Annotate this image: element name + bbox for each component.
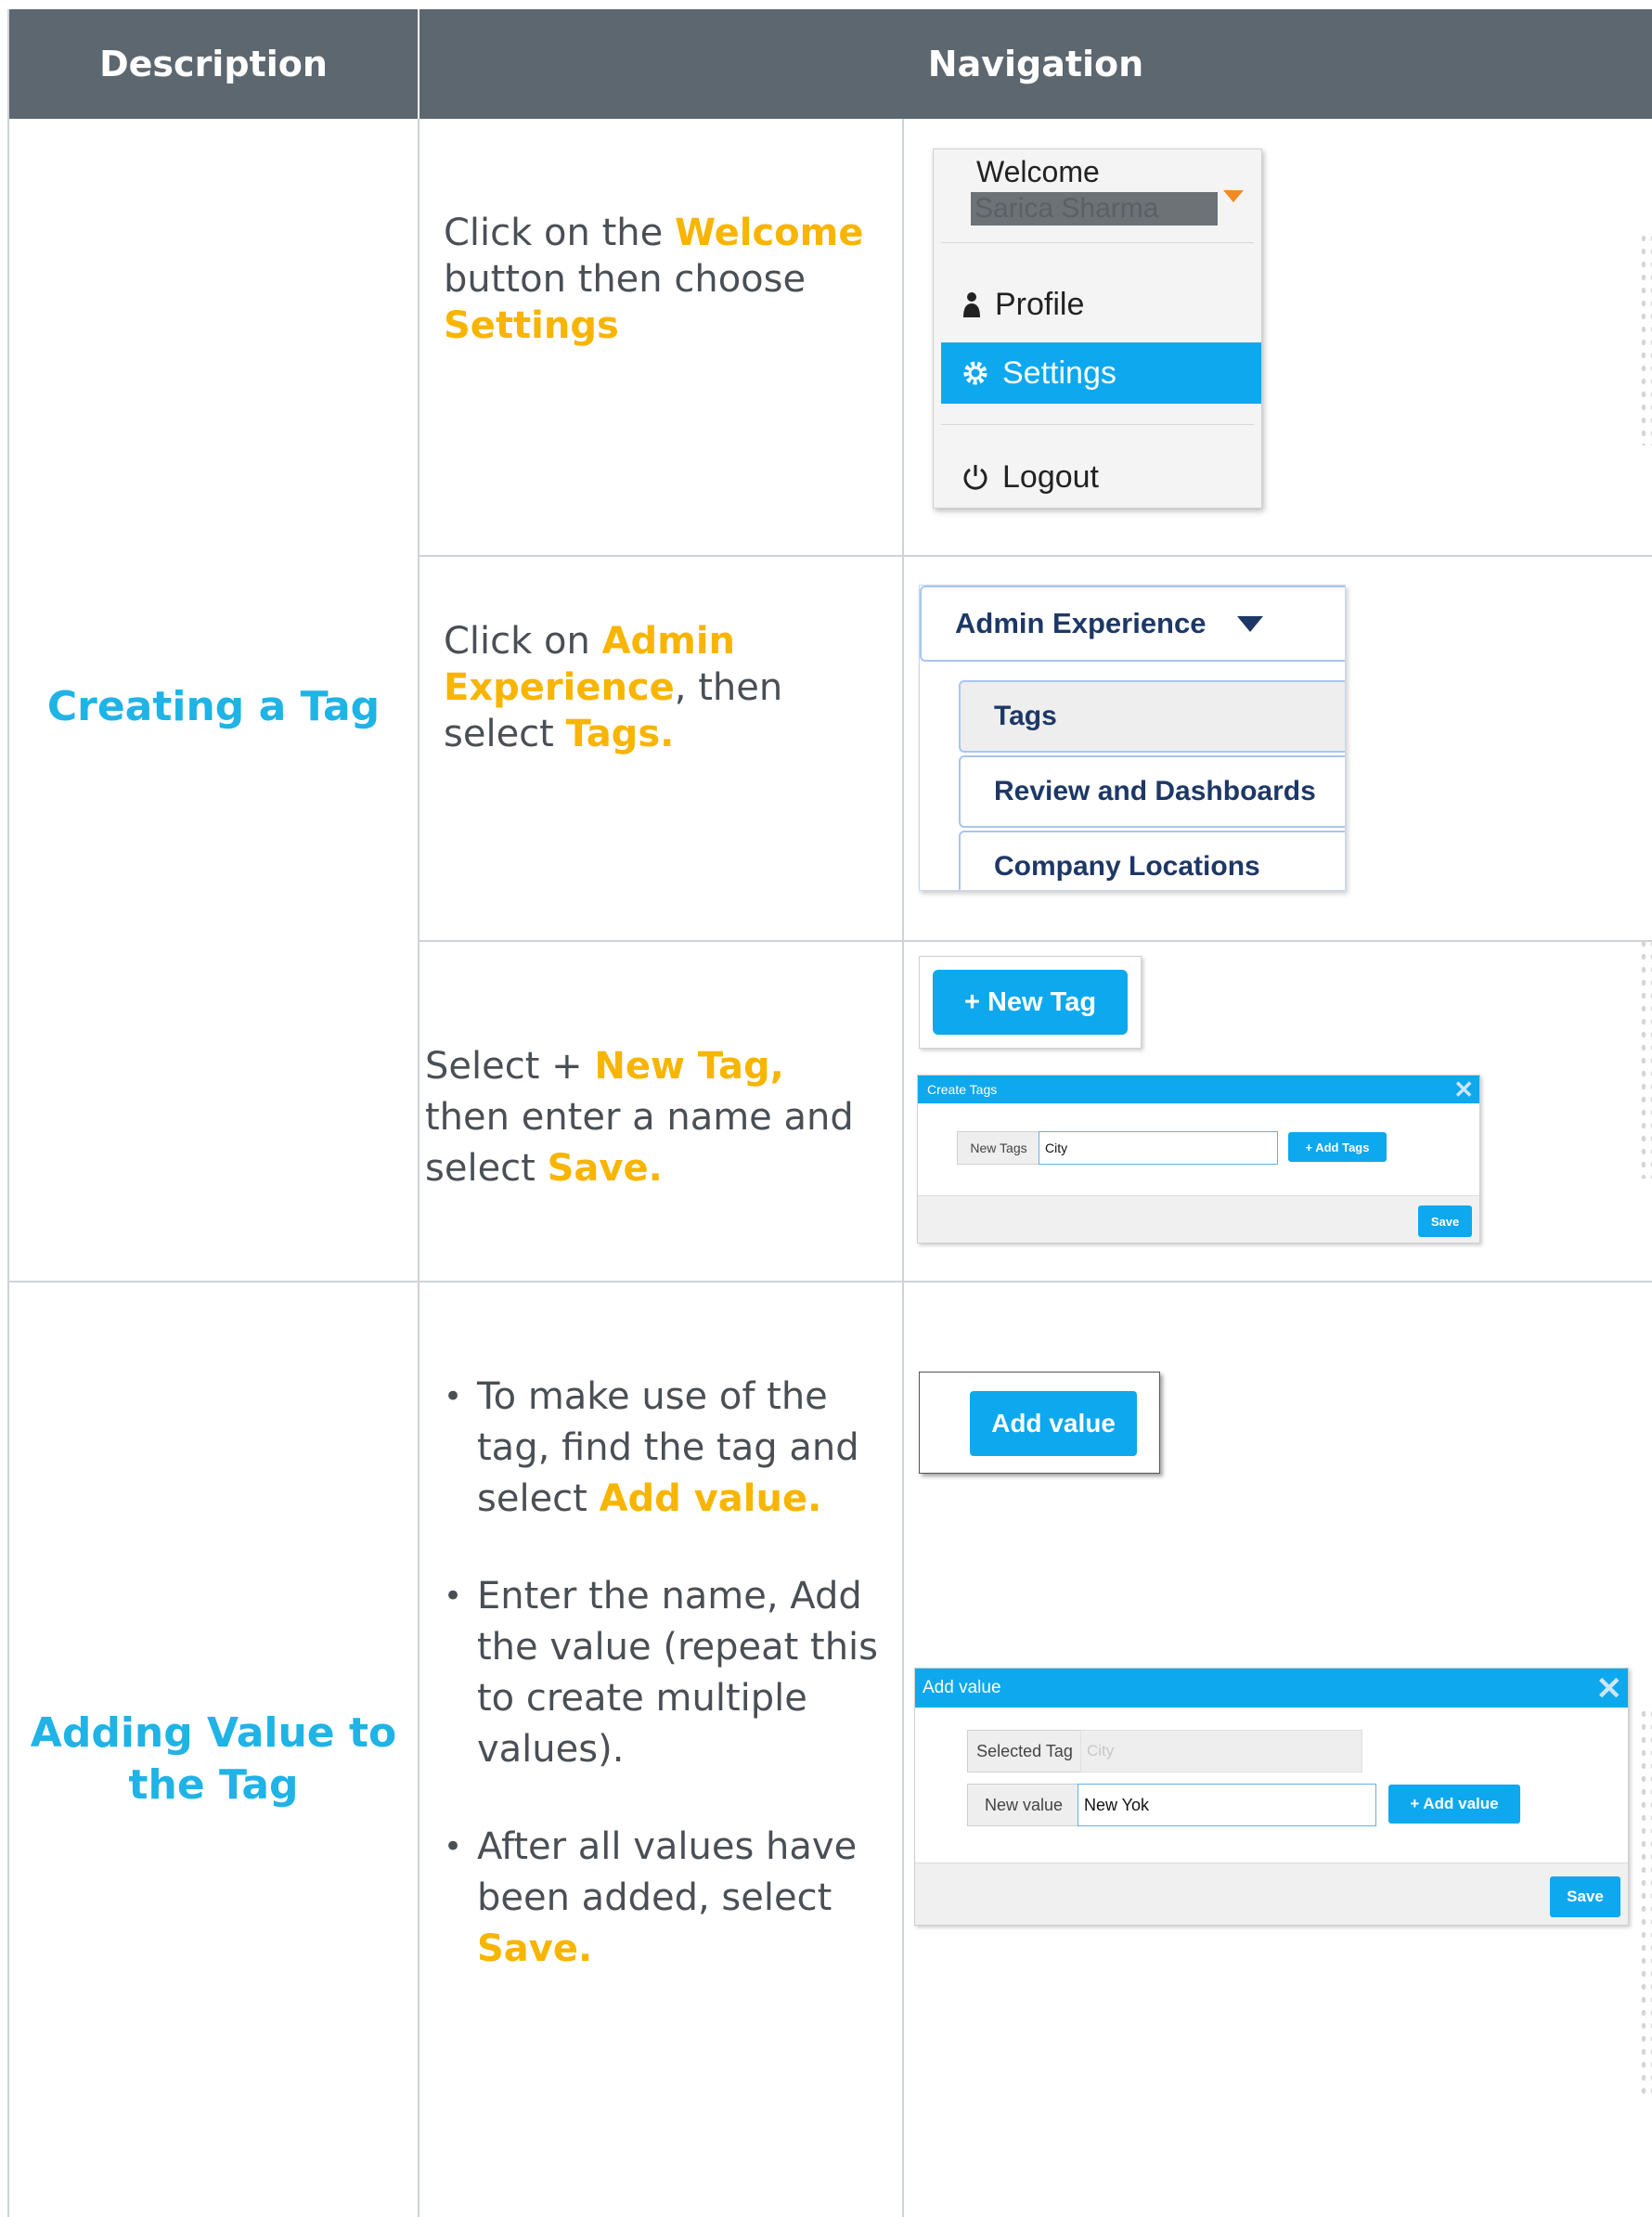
bullet-list: • To make use of the tag, find the tag a…: [444, 1372, 880, 2021]
person-icon: [963, 292, 980, 317]
new-tag-button[interactable]: + New Tag: [933, 970, 1128, 1035]
add-value-button[interactable]: Add value: [970, 1391, 1137, 1456]
admin-experience-dropdown[interactable]: Admin Experience: [920, 586, 1345, 662]
selected-tag-label: Selected Tag: [967, 1730, 1082, 1772]
menu-item-logout[interactable]: Logout: [941, 446, 1261, 508]
border-col2: [902, 119, 904, 2217]
user-name-bar[interactable]: Sarica Sharma: [971, 192, 1218, 226]
menu-item-settings[interactable]: Settings: [941, 342, 1261, 404]
header-navigation: Navigation: [419, 9, 1652, 119]
dialog-footer: Save: [915, 1863, 1628, 1925]
section-divider: [7, 1281, 1652, 1283]
section-title-creating-tag: Creating a Tag: [46, 683, 381, 730]
dialog-title-bar: Add value: [915, 1669, 1628, 1708]
new-tags-input[interactable]: City: [1039, 1131, 1278, 1165]
close-icon[interactable]: ✕: [1596, 1670, 1623, 1708]
dialog-title-bar: Create Tags: [918, 1076, 1479, 1103]
border-left: [7, 9, 9, 2217]
header-description: Description: [9, 9, 418, 119]
border-col1: [418, 119, 419, 2217]
caret-down-icon[interactable]: [1223, 190, 1244, 202]
section-title-adding-value: Adding Value to the Tag: [30, 1709, 397, 1809]
triangle-down-icon: [1237, 615, 1264, 632]
gear-icon: [963, 361, 987, 385]
selected-tag-field: City: [1080, 1730, 1362, 1772]
add-value-screenshot: Add value: [919, 1372, 1160, 1474]
step-admin-tags: Click on Admin Experience, then select T…: [444, 620, 783, 755]
admin-menu-screenshot: Admin Experience Tags Review and Dashboa…: [919, 585, 1346, 891]
add-value-dialog-button[interactable]: + Add value: [1388, 1785, 1520, 1824]
menu-divider-2: [941, 424, 1254, 425]
bullet-enter-name: • Enter the name, Add the value (repeat …: [444, 1575, 879, 1771]
admin-option-review-dashboards[interactable]: Review and Dashboards: [959, 755, 1345, 828]
add-value-dialog: Add value ✕ Selected Tag City New value …: [914, 1668, 1629, 1926]
add-tags-button[interactable]: + Add Tags: [1288, 1132, 1387, 1162]
admin-option-tags[interactable]: Tags: [959, 680, 1345, 753]
new-tag-screenshot: + New Tag: [919, 956, 1142, 1049]
step-new-tag: Select + New Tag, then enter a name and …: [425, 1045, 854, 1190]
menu-item-profile[interactable]: Profile: [941, 274, 1261, 335]
save-button[interactable]: Save: [1418, 1205, 1472, 1237]
bullet-add-value: • To make use of the tag, find the tag a…: [444, 1375, 859, 1520]
dialog-title: Create Tags: [927, 1082, 998, 1097]
create-tags-dialog: Create Tags ✕ New Tags City + Add Tags S…: [917, 1075, 1480, 1244]
power-icon: [963, 465, 987, 490]
new-tags-label: New Tags: [957, 1131, 1040, 1165]
step-welcome-settings: Click on the Welcome button then choose …: [444, 212, 864, 347]
welcome-menu-screenshot: Welcome Sarica Sharma Profile Settings L…: [933, 148, 1262, 509]
decorative-dots: [1639, 1708, 1652, 2097]
close-icon[interactable]: ✕: [1453, 1076, 1474, 1104]
welcome-label[interactable]: Welcome: [976, 155, 1100, 189]
save-button[interactable]: Save: [1550, 1876, 1620, 1917]
row-divider-1: [418, 555, 1652, 557]
new-value-input[interactable]: New Yok: [1078, 1784, 1376, 1826]
admin-option-company-locations[interactable]: Company Locations: [959, 831, 1345, 890]
menu-divider: [941, 242, 1254, 243]
new-value-label: New value: [967, 1784, 1080, 1826]
dialog-title: Add value: [923, 1678, 1001, 1697]
row-divider-2: [418, 940, 1652, 942]
decorative-dots: [1639, 232, 1652, 445]
bullet-save: • After all values have been added, sele…: [444, 1825, 858, 1970]
decorative-dots: [1639, 937, 1652, 1179]
dialog-footer: Save: [918, 1195, 1479, 1243]
